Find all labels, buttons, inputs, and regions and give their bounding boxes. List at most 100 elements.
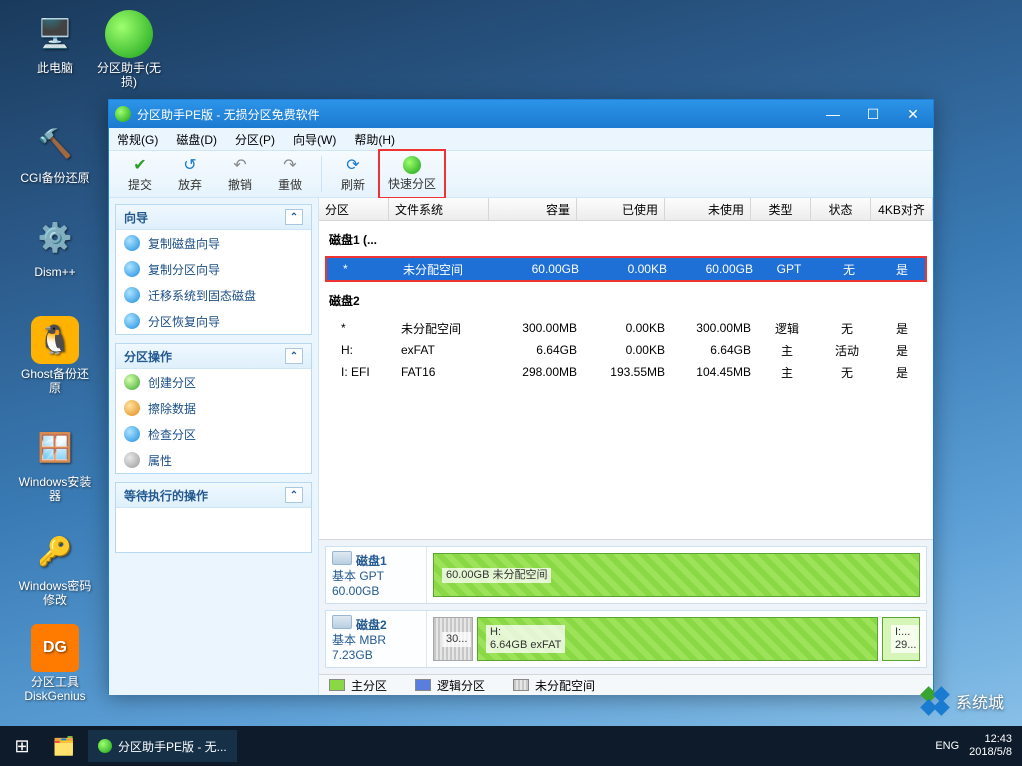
start-button[interactable]: ⊞: [0, 726, 44, 766]
col-free[interactable]: 未使用: [665, 198, 751, 220]
watermark: 系统城: [920, 686, 1004, 716]
app-window: 分区助手PE版 - 无损分区免费软件 — ☐ ✕ 常规(G) 磁盘(D) 分区(…: [108, 99, 934, 694]
desktop-icon-winpwd[interactable]: 🔑Windows密码修改: [18, 528, 92, 607]
disk1-title[interactable]: 磁盘1 (...: [319, 221, 933, 256]
tb-discard[interactable]: ↺放弃: [165, 152, 215, 196]
group-head-wizard[interactable]: 向导⌃: [116, 205, 311, 230]
check-icon: ✔: [130, 155, 150, 175]
op-check[interactable]: 检查分区: [116, 421, 311, 447]
tray-time: 12:43: [984, 733, 1012, 745]
segment-unallocated[interactable]: 30...: [433, 617, 473, 661]
refresh-icon: ⟳: [343, 155, 363, 175]
group-head-ops[interactable]: 分区操作⌃: [116, 344, 311, 369]
segment-h[interactable]: H: 6.64GB exFAT: [477, 617, 878, 661]
legend-unallocated: 未分配空间: [513, 677, 595, 694]
group-operations: 分区操作⌃ 创建分区 擦除数据 检查分区 属性: [115, 343, 312, 474]
drive-icon: [332, 551, 352, 565]
legend-swatch-logical: [415, 679, 431, 691]
desktop-icon-paapp[interactable]: 分区助手(无损): [92, 10, 166, 89]
menu-wizard[interactable]: 向导(W): [289, 129, 340, 150]
desktop-icon-thispc[interactable]: 🖥️此电脑: [18, 10, 92, 75]
desktop-icon-ghost[interactable]: 🐧Ghost备份还原: [18, 316, 92, 395]
disk2-title[interactable]: 磁盘2: [319, 282, 933, 317]
segment-unallocated[interactable]: 60.00GB 未分配空间: [433, 553, 920, 597]
col-filesystem[interactable]: 文件系统: [389, 198, 489, 220]
window-title: 分区助手PE版 - 无损分区免费软件: [137, 106, 320, 123]
collapse-icon[interactable]: ⌃: [285, 348, 303, 364]
map-info: 磁盘2基本 MBR7.23GB: [326, 611, 427, 667]
taskbar-app-button[interactable]: 分区助手PE版 - 无...: [88, 730, 237, 762]
app-icon: [98, 739, 112, 753]
legend: 主分区 逻辑分区 未分配空间: [319, 674, 933, 695]
list-body: 磁盘1 (... * 未分配空间 60.00GB 0.00KB 60.00GB …: [319, 221, 933, 539]
main-panel: 分区 文件系统 容量 已使用 未使用 类型 状态 4KB对齐 磁盘1 (... …: [319, 198, 933, 695]
map-disk1[interactable]: 磁盘1基本 GPT60.00GB 60.00GB 未分配空间: [325, 546, 927, 604]
col-type[interactable]: 类型: [751, 198, 811, 220]
col-state[interactable]: 状态: [811, 198, 871, 220]
tray-lang[interactable]: ENG: [935, 740, 959, 752]
table-row[interactable]: * 未分配空间 300.00MB 0.00KB 300.00MB 逻辑 无 是: [325, 317, 927, 339]
collapse-icon[interactable]: ⌃: [285, 209, 303, 225]
group-head-pending[interactable]: 等待执行的操作⌃: [116, 483, 311, 508]
globe-icon: [403, 156, 421, 174]
disk-icon: [124, 235, 140, 251]
menu-disk[interactable]: 磁盘(D): [172, 129, 221, 150]
tb-redo[interactable]: ↷重做: [265, 152, 315, 196]
menu-help[interactable]: 帮助(H): [350, 129, 399, 150]
op-wipe[interactable]: 擦除数据: [116, 395, 311, 421]
tb-quick-partition[interactable]: 快速分区: [382, 153, 442, 195]
partition-icon: [124, 261, 140, 277]
col-partition[interactable]: 分区: [319, 198, 389, 220]
create-icon: [124, 374, 140, 390]
system-tray[interactable]: ENG 12:43 2018/5/8: [935, 733, 1022, 759]
table-row[interactable]: H: exFAT 6.64GB 0.00KB 6.64GB 主 活动 是: [325, 339, 927, 361]
list-header: 分区 文件系统 容量 已使用 未使用 类型 状态 4KB对齐: [319, 198, 933, 221]
toolbar: ✔提交 ↺放弃 ↶撤销 ↷重做 ⟳刷新 快速分区: [109, 151, 933, 198]
table-row[interactable]: * 未分配空间 60.00GB 0.00KB 60.00GB GPT 无 是: [327, 258, 925, 280]
separator: [321, 156, 322, 192]
tray-date: 2018/5/8: [969, 746, 1012, 758]
col-capacity[interactable]: 容量: [489, 198, 577, 220]
menubar: 常规(G) 磁盘(D) 分区(P) 向导(W) 帮助(H): [109, 128, 933, 151]
menu-partition[interactable]: 分区(P): [231, 129, 279, 150]
tb-refresh[interactable]: ⟳刷新: [328, 152, 378, 196]
wiz-copy-partition[interactable]: 复制分区向导: [116, 256, 311, 282]
side-panel: 向导⌃ 复制磁盘向导 复制分区向导 迁移系统到固态磁盘 分区恢复向导 分区操作⌃…: [109, 198, 319, 695]
op-properties[interactable]: 属性: [116, 447, 311, 473]
desktop-icon-diskgenius[interactable]: DG分区工具DiskGenius: [18, 624, 92, 703]
wiz-recover[interactable]: 分区恢复向导: [116, 308, 311, 334]
legend-swatch-primary: [329, 679, 345, 691]
map-disk2[interactable]: 磁盘2基本 MBR7.23GB 30... H: 6.64GB exFAT I:…: [325, 610, 927, 668]
group-pending: 等待执行的操作⌃: [115, 482, 312, 553]
file-explorer-icon[interactable]: 🗂️: [44, 726, 84, 766]
close-button[interactable]: ✕: [893, 100, 933, 128]
col-used[interactable]: 已使用: [577, 198, 665, 220]
check2-icon: [124, 426, 140, 442]
legend-swatch-unallocated: [513, 679, 529, 691]
legend-primary: 主分区: [329, 677, 387, 694]
titlebar[interactable]: 分区助手PE版 - 无损分区免费软件 — ☐ ✕: [109, 100, 933, 128]
undo-icon: ↺: [180, 155, 200, 175]
table-row[interactable]: I: EFI FAT16 298.00MB 193.55MB 104.45MB …: [325, 361, 927, 383]
disk-maps: 磁盘1基本 GPT60.00GB 60.00GB 未分配空间 磁盘2基本 MBR…: [319, 539, 933, 695]
wipe-icon: [124, 400, 140, 416]
menu-general[interactable]: 常规(G): [113, 129, 162, 150]
desktop-icon-cgi[interactable]: 🔨CGI备份还原: [18, 120, 92, 185]
logo-icon: [914, 680, 956, 722]
maximize-button[interactable]: ☐: [853, 100, 893, 128]
segment-i-efi[interactable]: I:... 29...: [882, 617, 920, 661]
wiz-migrate-ssd[interactable]: 迁移系统到固态磁盘: [116, 282, 311, 308]
group-wizards: 向导⌃ 复制磁盘向导 复制分区向导 迁移系统到固态磁盘 分区恢复向导: [115, 204, 312, 335]
collapse-icon[interactable]: ⌃: [285, 487, 303, 503]
undo2-icon: ↶: [230, 155, 250, 175]
op-create[interactable]: 创建分区: [116, 369, 311, 395]
map-info: 磁盘1基本 GPT60.00GB: [326, 547, 427, 603]
tb-undo[interactable]: ↶撤销: [215, 152, 265, 196]
minimize-button[interactable]: —: [813, 100, 853, 128]
desktop-icon-wininstall[interactable]: 🪟Windows安装器: [18, 424, 92, 503]
col-4k[interactable]: 4KB对齐: [871, 198, 933, 220]
desktop-icon-dism[interactable]: ⚙️Dism++: [18, 214, 92, 279]
tb-commit[interactable]: ✔提交: [115, 152, 165, 196]
ssd-icon: [124, 287, 140, 303]
wiz-copy-disk[interactable]: 复制磁盘向导: [116, 230, 311, 256]
